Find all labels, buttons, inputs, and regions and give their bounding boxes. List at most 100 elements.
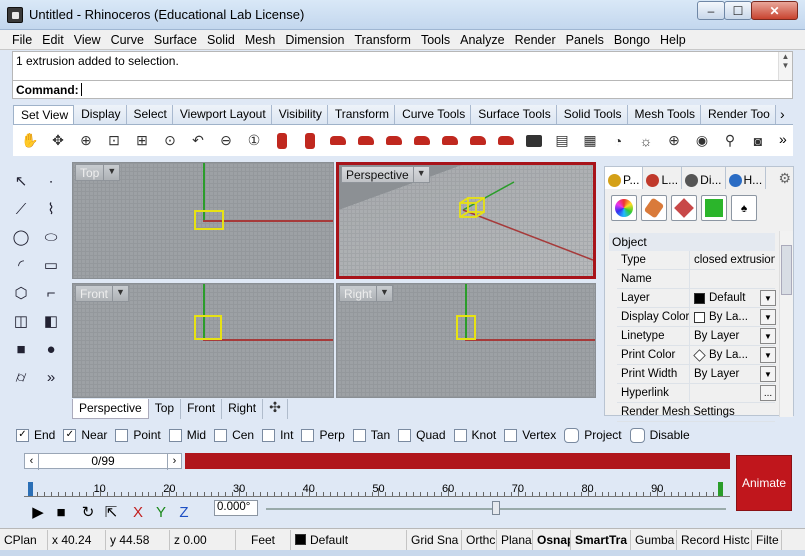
viewport-label-right[interactable]: Right ▼	[339, 285, 393, 302]
panel-tab-3[interactable]: H...	[726, 167, 767, 189]
status-units[interactable]: Feet	[236, 529, 291, 550]
osnap-checkbox[interactable]	[301, 428, 315, 442]
loop-icon[interactable]: ↻	[78, 502, 98, 522]
polygon-icon[interactable]: ⬡	[10, 282, 32, 304]
viewport-perspective[interactable]: Perspective ▼	[336, 162, 596, 279]
car-front-icon[interactable]	[383, 130, 405, 152]
osnap-checkbox[interactable]	[398, 428, 412, 442]
menu-file[interactable]: File	[7, 33, 37, 47]
panel-tab-2[interactable]: Di...	[682, 167, 726, 189]
property-value[interactable]: closed extrusion	[689, 250, 775, 270]
arc-icon[interactable]: ◜	[10, 254, 32, 276]
minimize-button[interactable]: –	[697, 1, 725, 20]
tab-visibility[interactable]: Visibility	[271, 105, 328, 125]
status-record-history[interactable]: Record Histc	[677, 529, 752, 550]
select-arrow-icon[interactable]: ↖	[10, 170, 32, 192]
status-osnap[interactable]: Osnap	[533, 529, 571, 550]
status-grid-snap[interactable]: Grid Sna	[407, 529, 462, 550]
osnap-point[interactable]: Point	[115, 428, 161, 442]
box-icon[interactable]: ■	[10, 338, 32, 360]
texture-mapping-icon[interactable]	[701, 195, 727, 221]
menu-help[interactable]: Help	[655, 33, 691, 47]
car-3d-icon[interactable]	[467, 130, 489, 152]
menu-panels[interactable]: Panels	[561, 33, 609, 47]
car-perspective-icon[interactable]	[439, 130, 461, 152]
displacement-icon[interactable]: ♠	[731, 195, 757, 221]
status-filter[interactable]: Filte	[752, 529, 782, 550]
status-ortho[interactable]: Orthc	[462, 529, 497, 550]
menu-render[interactable]: Render	[510, 33, 561, 47]
decal-icon[interactable]	[671, 195, 697, 221]
tab-solid-tools[interactable]: Solid Tools	[556, 105, 628, 125]
loft-icon[interactable]: ◧	[40, 310, 62, 332]
chevron-down-icon[interactable]: ▼	[760, 290, 776, 306]
tab-surface-tools[interactable]: Surface Tools	[471, 105, 557, 125]
tab-select[interactable]: Select	[126, 105, 173, 125]
more-button[interactable]: ...	[760, 385, 776, 401]
chevron-down-icon[interactable]: ▼	[412, 167, 429, 182]
chevron-right-icon[interactable]: ›	[167, 454, 181, 470]
curve-icon[interactable]: ⌇	[40, 198, 62, 220]
zoom-extents-icon[interactable]: ⊞	[131, 130, 153, 152]
car-left-icon[interactable]	[327, 130, 349, 152]
color-wheel-icon[interactable]	[611, 195, 637, 221]
rhino-app-icon[interactable]	[7, 7, 23, 23]
material-icon[interactable]	[641, 195, 667, 221]
slider-thumb[interactable]	[492, 501, 500, 515]
status-gumball[interactable]: Gumba	[631, 529, 677, 550]
osnap-mid[interactable]: Mid	[168, 428, 206, 442]
osnap-project[interactable]: Project	[564, 427, 622, 443]
car-two-point-icon[interactable]	[495, 130, 517, 152]
cylinder-icon[interactable]: ⌭	[10, 366, 32, 388]
car-back-icon[interactable]	[411, 130, 433, 152]
timeline-start-marker[interactable]	[28, 482, 33, 496]
osnap-checkbox[interactable]	[629, 427, 645, 443]
car-bottom-icon[interactable]	[299, 130, 321, 152]
toolbar-overflow-icon[interactable]: »	[779, 131, 787, 147]
osnap-checkbox[interactable]	[168, 428, 182, 442]
viewport-tab-top[interactable]: Top	[149, 399, 182, 419]
render-camera-icon[interactable]: ◙	[747, 130, 769, 152]
zoom-icon[interactable]: ⊕	[75, 130, 97, 152]
maximize-button[interactable]: ☐	[724, 1, 752, 20]
menu-tools[interactable]: Tools	[416, 33, 455, 47]
scroll-thumb[interactable]	[781, 245, 792, 295]
y-axis-icon[interactable]: Y	[151, 502, 171, 522]
animate-button[interactable]: Animate	[736, 455, 792, 511]
more-tools-icon[interactable]: »	[40, 366, 62, 388]
menu-curve[interactable]: Curve	[106, 33, 149, 47]
chevron-down-icon[interactable]: ▼	[760, 309, 776, 325]
properties-icon[interactable]: ⚲	[719, 130, 741, 152]
light-icon[interactable]: ☼	[635, 130, 657, 152]
menu-view[interactable]: View	[69, 33, 106, 47]
menu-surface[interactable]: Surface	[149, 33, 202, 47]
menu-edit[interactable]: Edit	[37, 33, 69, 47]
zoom-1to1-icon[interactable]: ①	[243, 130, 265, 152]
frame-counter[interactable]: ‹ 0/99 ›	[24, 453, 182, 470]
menu-analyze[interactable]: Analyze	[455, 33, 509, 47]
menu-solid[interactable]: Solid	[202, 33, 240, 47]
osnap-vertex[interactable]: Vertex	[504, 428, 556, 442]
status-planar[interactable]: Plana	[497, 529, 533, 550]
undo-view-icon[interactable]: ↶	[187, 130, 209, 152]
viewport-tab-front[interactable]: Front	[181, 399, 223, 419]
zoom-selected-icon[interactable]: ⊙	[159, 130, 181, 152]
polyline-icon[interactable]: ⟋	[10, 198, 32, 220]
tab-mesh-tools[interactable]: Mesh Tools	[627, 105, 702, 125]
add-viewport-tab-icon[interactable]: ✣	[263, 399, 288, 419]
ellipse-icon[interactable]: ⬭	[40, 226, 62, 248]
z-axis-icon[interactable]: Z	[174, 502, 194, 522]
zoom-out-icon[interactable]: ⊖	[215, 130, 237, 152]
chevron-left-icon[interactable]: ‹	[25, 454, 39, 470]
osnap-checkbox[interactable]	[262, 428, 276, 442]
tab-transform[interactable]: Transform	[327, 105, 396, 125]
status-smarttrack[interactable]: SmartTra	[571, 529, 631, 550]
osnap-cen[interactable]: Cen	[214, 428, 254, 442]
cplane-icon[interactable]: ◔	[607, 130, 629, 152]
compass-icon[interactable]: ◉	[691, 130, 713, 152]
viewport-front[interactable]: Front ▼	[72, 283, 334, 398]
chevron-down-icon[interactable]: ▼	[103, 165, 119, 180]
osnap-int[interactable]: Int	[262, 428, 293, 442]
osnap-end[interactable]: ✓ End	[16, 428, 55, 442]
menu-bongo[interactable]: Bongo	[609, 33, 655, 47]
